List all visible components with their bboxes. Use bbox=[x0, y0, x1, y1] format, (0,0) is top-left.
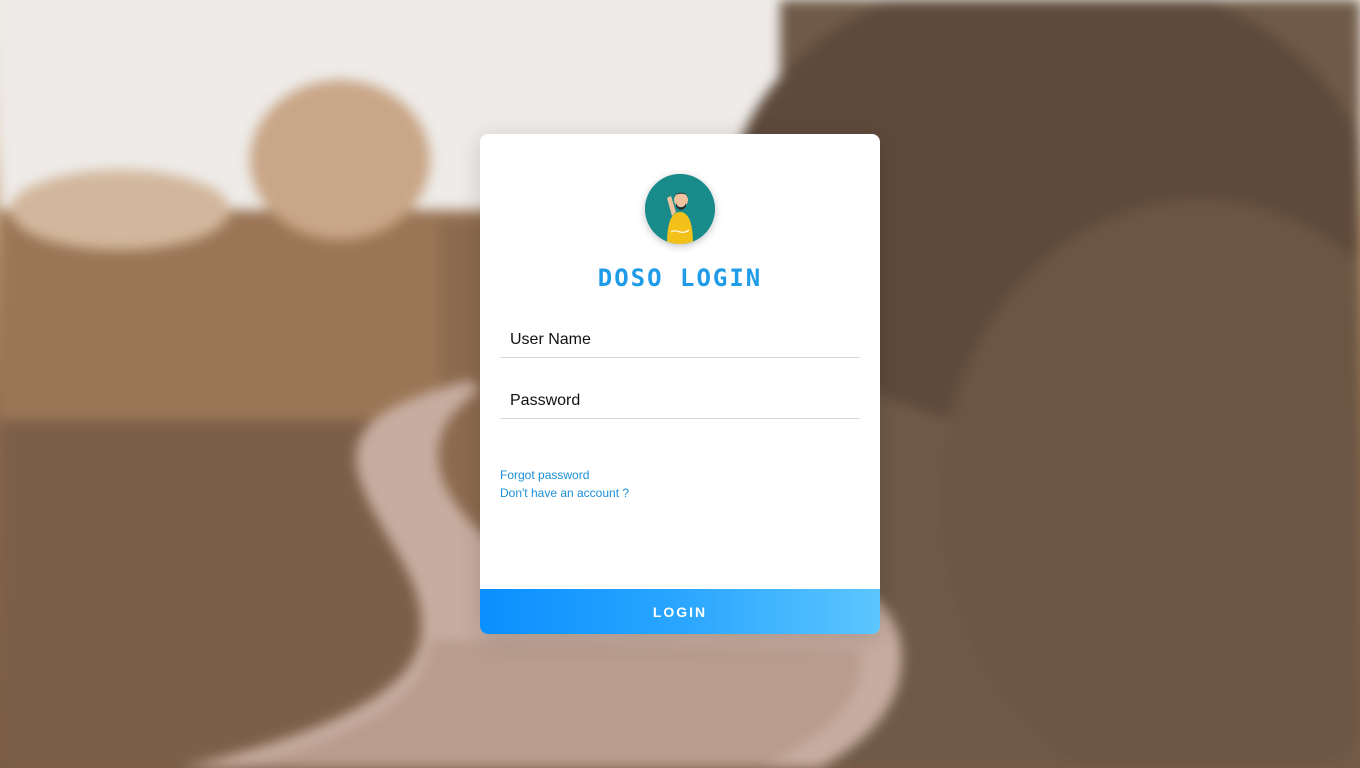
login-card: DOSO LOGIN Forgot password Don't have an… bbox=[480, 134, 880, 634]
password-field-wrapper bbox=[500, 386, 860, 419]
username-input[interactable] bbox=[500, 325, 860, 355]
username-field-wrapper bbox=[500, 325, 860, 358]
signup-link[interactable]: Don't have an account ? bbox=[500, 486, 629, 500]
user-avatar-icon bbox=[645, 174, 715, 244]
login-button[interactable]: LOGIN bbox=[480, 589, 880, 634]
password-input[interactable] bbox=[500, 386, 860, 416]
forgot-password-link[interactable]: Forgot password bbox=[500, 468, 589, 482]
page-title: DOSO LOGIN bbox=[597, 264, 763, 292]
avatar-illustration bbox=[645, 174, 715, 244]
